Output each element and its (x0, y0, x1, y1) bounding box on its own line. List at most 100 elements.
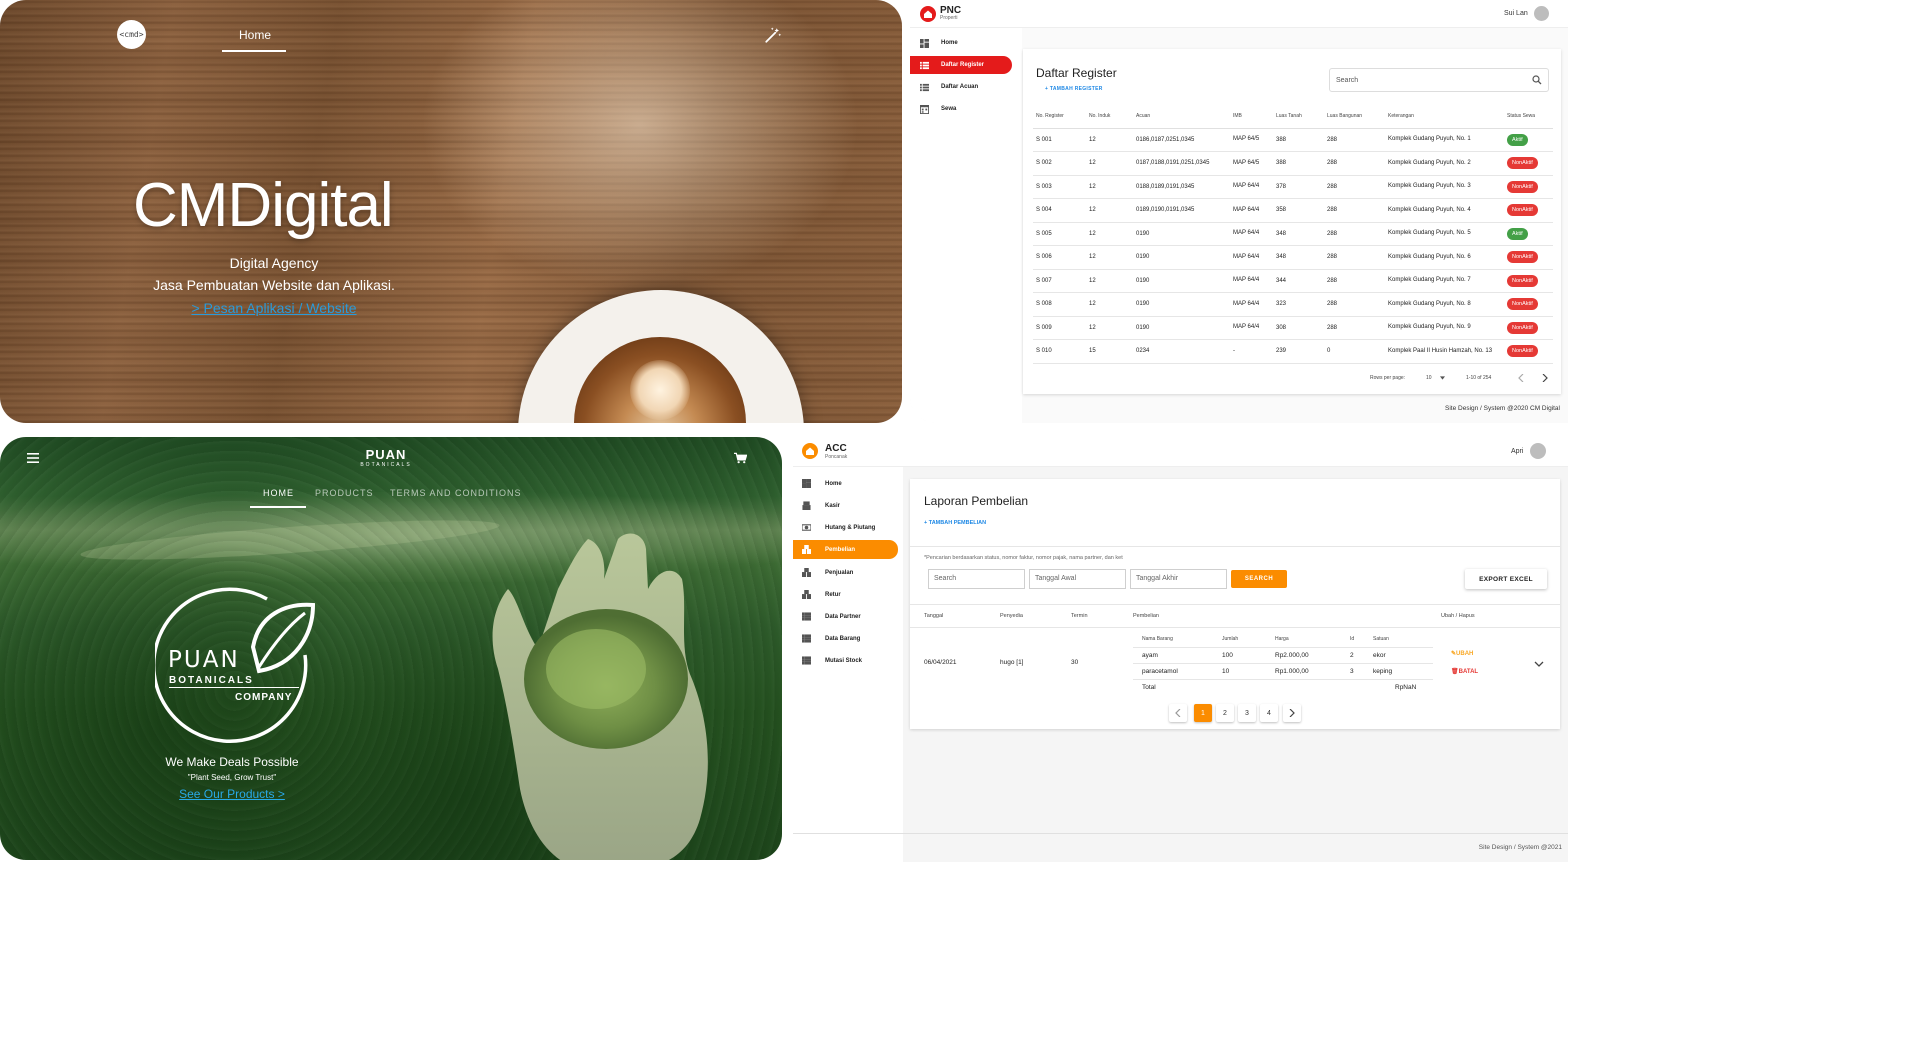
home-logo-icon[interactable] (920, 6, 936, 22)
column-header[interactable]: Pembelian (1133, 613, 1159, 619)
avatar[interactable] (1530, 443, 1546, 459)
status-badge[interactable]: NonAktif (1507, 251, 1538, 264)
table-cell: 288 (1324, 269, 1385, 293)
nav-terms[interactable]: TERMS AND CONDITIONS (390, 488, 522, 498)
status-badge[interactable]: Aktif (1507, 227, 1528, 240)
rows-per-page-select[interactable]: 10 (1426, 375, 1432, 381)
page-button-1[interactable]: 1 (1194, 704, 1212, 722)
cart-icon[interactable] (734, 452, 747, 464)
export-excel-button[interactable]: EXPORT EXCEL (1465, 569, 1547, 589)
chevron-down-icon[interactable] (1440, 376, 1445, 380)
edit-button[interactable]: ✎UBAH (1451, 650, 1473, 657)
search-icon[interactable] (1532, 75, 1542, 85)
boxes-icon (802, 545, 811, 554)
status-badge[interactable]: Aktif (1507, 133, 1528, 146)
status-badge[interactable]: NonAktif (1507, 345, 1538, 358)
table-row[interactable]: S 007 12 0190 MAP 64/4 344 288 Komplek Gudang … (1033, 269, 1553, 293)
column-header[interactable]: No. Induk (1086, 104, 1133, 129)
column-header[interactable]: Luas Bangunan (1324, 104, 1385, 129)
table-cell: 288 (1324, 245, 1385, 270)
search-button[interactable]: SEARCH (1231, 570, 1287, 588)
register-card: Daftar Register + TAMBAH REGISTER Search… (1023, 49, 1561, 394)
table-cell: 0190 (1133, 222, 1230, 246)
nav-products[interactable]: PRODUCTS (315, 488, 374, 498)
column-header[interactable]: Penyedia (1000, 613, 1023, 619)
column-header[interactable]: IMB (1230, 104, 1273, 129)
purchase-report-card: Laporan Pembelian + TAMBAH PEMBELIAN *Pe… (910, 479, 1560, 729)
menu-icon[interactable] (27, 453, 39, 463)
sidebar-item-data-barang[interactable]: Data Barang (793, 629, 898, 648)
nav-home-link[interactable]: Home (224, 28, 286, 42)
home-logo-icon[interactable] (802, 443, 818, 459)
table-row[interactable]: S 002 12 0187,0188,0191,0251,0345 MAP 64/5 3… (1033, 151, 1553, 176)
avatar[interactable] (1534, 6, 1549, 21)
search-input[interactable]: Search (1329, 68, 1549, 92)
table-row[interactable]: S 006 12 0190 MAP 64/4 348 288 Komplek Gudang … (1033, 245, 1553, 270)
list-item: ayam 100 Rp2.000,00 2 ekor (1133, 648, 1433, 664)
column-header[interactable]: Acuan (1133, 104, 1230, 129)
see-products-link[interactable]: See Our Products > (120, 787, 344, 801)
column-header[interactable]: Termin (1071, 613, 1088, 619)
status-badge[interactable]: NonAktif (1507, 204, 1538, 217)
sidebar-item-data-partner[interactable]: Data Partner (793, 607, 898, 626)
sidebar-item-penjualan[interactable]: Penjualan (793, 563, 898, 582)
sidebar-item-daftar-register[interactable]: Daftar Register (910, 56, 1012, 74)
chevron-down-icon[interactable] (1534, 660, 1544, 668)
cancel-button[interactable]: 🗑BATAL (1451, 668, 1478, 675)
table-cell: 348 (1273, 245, 1324, 270)
column-header[interactable]: Keterangan (1385, 104, 1504, 129)
sidebar-item-sewa[interactable]: Sewa (910, 100, 1012, 118)
table-row[interactable]: S 001 12 0186,0187,0251,0345 MAP 64/5 388 288… (1033, 128, 1553, 152)
cancel-label: BATAL (1458, 669, 1479, 675)
add-purchase-button[interactable]: + TAMBAH PEMBELIAN (924, 520, 986, 526)
status-badge[interactable]: NonAktif (1507, 298, 1538, 311)
column-header[interactable]: Ubah / Hapus (1441, 613, 1475, 619)
chevron-right-icon[interactable] (1542, 374, 1548, 382)
status-badge[interactable]: NonAktif (1507, 180, 1538, 193)
chevron-left-icon[interactable] (1518, 374, 1524, 382)
sidebar-item-mutasi-stock[interactable]: Mutasi Stock (793, 651, 898, 670)
order-app-link[interactable]: > Pesan Aplikasi / Website (0, 300, 548, 316)
nav-active-underline (222, 50, 286, 52)
column-header: Jumlah (1222, 636, 1239, 642)
search-input[interactable]: Search (928, 569, 1025, 589)
status-badge[interactable]: NonAktif (1507, 321, 1538, 334)
column-header[interactable]: Status Sewa (1504, 104, 1553, 129)
table-row[interactable]: S 003 12 0188,0189,0191,0345 MAP 64/4 378 288… (1033, 175, 1553, 199)
prev-page-button[interactable] (1169, 704, 1187, 722)
table-row[interactable]: S 004 12 0189,0190,0191,0345 MAP 64/4 358 288… (1033, 198, 1553, 223)
status-cell: NonAktif (1504, 316, 1553, 340)
puan-brand-name[interactable]: PUAN (336, 447, 436, 462)
table-row[interactable]: S 005 12 0190 MAP 64/4 348 288 Komplek Gudang … (1033, 222, 1553, 246)
column-header[interactable]: Luas Tanah (1273, 104, 1324, 129)
table-row[interactable]: S 009 12 0190 MAP 64/4 308 288 Komplek Gudang … (1033, 316, 1553, 340)
table-row[interactable]: S 008 12 0190 MAP 64/4 323 288 Komplek Gudang … (1033, 292, 1553, 317)
divider (910, 604, 1560, 605)
status-badge[interactable]: NonAktif (1507, 274, 1538, 287)
sidebar-item-home[interactable]: Home (910, 34, 1012, 52)
table-row[interactable]: S 010 15 0234-239 0 Komplek Paal II Husin Ha… (1033, 339, 1553, 364)
sidebar-item-retur[interactable]: Retur (793, 585, 898, 604)
status-badge[interactable]: NonAktif (1507, 157, 1538, 170)
column-header[interactable]: No. Register (1033, 104, 1086, 129)
page-button-4[interactable]: 4 (1260, 704, 1278, 722)
list-icon (920, 61, 929, 69)
add-register-button[interactable]: + TAMBAH REGISTER (1045, 86, 1103, 92)
cmdigital-logo[interactable]: <cmd> (117, 20, 146, 49)
status-cell: NonAktif (1504, 292, 1553, 317)
page-button-2[interactable]: 2 (1216, 704, 1234, 722)
sidebar-item-daftar-acuan[interactable]: Daftar Acuan (910, 78, 1012, 96)
table-cell: S 007 (1033, 269, 1086, 293)
column-header[interactable]: Tanggal (924, 613, 943, 619)
nav-home[interactable]: HOME (263, 488, 294, 498)
date-end-input[interactable]: Tanggal Akhir (1130, 569, 1227, 589)
emblem-word-puan: PUAN (168, 647, 240, 673)
magic-wand-icon[interactable] (764, 26, 782, 44)
sidebar-item-hutang-piutang[interactable]: Hutang & Piutang (793, 518, 898, 537)
page-button-3[interactable]: 3 (1238, 704, 1256, 722)
sidebar-item-pembelian[interactable]: Pembelian (793, 540, 898, 559)
sidebar-item-home[interactable]: Home (793, 474, 898, 493)
sidebar-item-kasir[interactable]: Kasir (793, 496, 898, 515)
next-page-button[interactable] (1283, 704, 1301, 722)
date-start-input[interactable]: Tanggal Awal (1029, 569, 1126, 589)
